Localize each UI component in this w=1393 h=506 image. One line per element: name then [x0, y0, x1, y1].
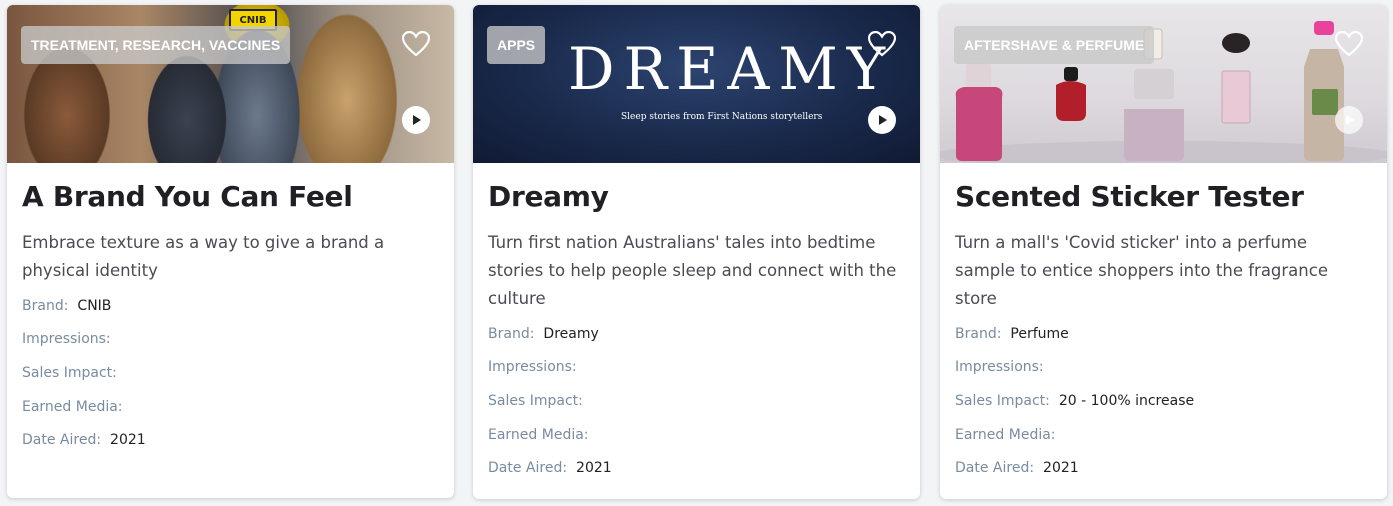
- meta-value: 2021: [1043, 460, 1079, 477]
- heart-outline-icon[interactable]: [1334, 30, 1364, 57]
- meta-label: Date Aired:: [22, 432, 102, 449]
- card-meta: Brand: Dreamy Impressions: Sales Impact: …: [488, 317, 905, 485]
- meta-date-aired: Date Aired: 2021: [22, 423, 439, 457]
- meta-label: Sales Impact:: [488, 392, 583, 409]
- meta-brand: Brand: Perfume: [955, 317, 1372, 351]
- meta-impressions: Impressions:: [488, 351, 905, 385]
- card-meta: Brand: Perfume Impressions: Sales Impact:…: [955, 317, 1372, 485]
- meta-label: Sales Impact:: [22, 364, 117, 381]
- card-thumbnail[interactable]: DREAMY Sleep stories from First Nations …: [473, 5, 920, 163]
- dreamy-subtitle: Sleep stories from First Nations storyte…: [621, 112, 823, 122]
- meta-label: Earned Media:: [488, 426, 589, 443]
- category-tag[interactable]: APPS: [487, 26, 546, 64]
- meta-date-aired: Date Aired: 2021: [955, 451, 1372, 485]
- meta-label: Date Aired:: [955, 460, 1035, 477]
- card-description: Turn first nation Australians' tales int…: [488, 233, 897, 308]
- meta-brand: Brand: CNIB: [22, 289, 439, 323]
- meta-label: Sales Impact:: [955, 392, 1050, 409]
- card-title[interactable]: A Brand You Can Feel: [22, 177, 439, 217]
- meta-sales-impact: Sales Impact:: [488, 384, 905, 418]
- campaign-card[interactable]: AFTERSHAVE & PERFUME Scented Sticker Tes…: [940, 5, 1387, 499]
- meta-label: Brand:: [22, 297, 69, 314]
- meta-value: 2021: [110, 432, 146, 449]
- meta-value: 2021: [576, 460, 612, 477]
- play-icon[interactable]: [868, 106, 896, 134]
- meta-label: Impressions:: [955, 359, 1044, 376]
- card-description: Turn a mall's 'Covid sticker' into a per…: [955, 233, 1328, 308]
- meta-earned-media: Earned Media:: [488, 418, 905, 452]
- meta-earned-media: Earned Media:: [22, 390, 439, 424]
- campaign-card[interactable]: DREAMY Sleep stories from First Nations …: [473, 5, 920, 499]
- meta-label: Date Aired:: [488, 460, 568, 477]
- meta-sales-impact: Sales Impact:: [22, 356, 439, 390]
- heart-outline-icon[interactable]: [401, 30, 431, 57]
- category-tag[interactable]: AFTERSHAVE & PERFUME: [954, 26, 1155, 64]
- card-thumbnail[interactable]: CNIB TREATMENT, RESEARCH, VACCINES: [7, 5, 454, 163]
- meta-label: Impressions:: [488, 359, 577, 376]
- campaign-card[interactable]: CNIB TREATMENT, RESEARCH, VACCINES A Bra…: [7, 5, 454, 498]
- card-meta: Brand: CNIB Impressions: Sales Impact: Ea…: [22, 289, 439, 457]
- meta-value: Perfume: [1010, 325, 1069, 342]
- meta-label: Brand:: [488, 325, 535, 342]
- play-icon[interactable]: [402, 106, 430, 134]
- meta-label: Earned Media:: [955, 426, 1056, 443]
- card-title[interactable]: Dreamy: [488, 177, 905, 217]
- dreamy-logo: DREAMY: [568, 35, 895, 103]
- meta-value: CNIB: [77, 297, 112, 314]
- meta-earned-media: Earned Media:: [955, 418, 1372, 452]
- meta-value: 20 - 100% increase: [1058, 392, 1195, 409]
- play-icon[interactable]: [1335, 106, 1363, 134]
- card-description: Embrace texture as a way to give a brand…: [22, 233, 385, 280]
- meta-label: Earned Media:: [22, 398, 123, 415]
- meta-label: Brand:: [955, 325, 1002, 342]
- category-tag[interactable]: TREATMENT, RESEARCH, VACCINES: [21, 26, 291, 64]
- meta-sales-impact: Sales Impact: 20 - 100% increase: [955, 384, 1372, 418]
- card-thumbnail[interactable]: AFTERSHAVE & PERFUME: [940, 5, 1387, 163]
- card-title[interactable]: Scented Sticker Tester: [955, 177, 1372, 217]
- meta-date-aired: Date Aired: 2021: [488, 451, 905, 485]
- meta-value: Dreamy: [543, 325, 599, 342]
- heart-outline-icon[interactable]: [867, 30, 897, 57]
- meta-brand: Brand: Dreamy: [488, 317, 905, 351]
- meta-impressions: Impressions:: [955, 351, 1372, 385]
- meta-label: Impressions:: [22, 331, 111, 348]
- meta-impressions: Impressions:: [22, 323, 439, 357]
